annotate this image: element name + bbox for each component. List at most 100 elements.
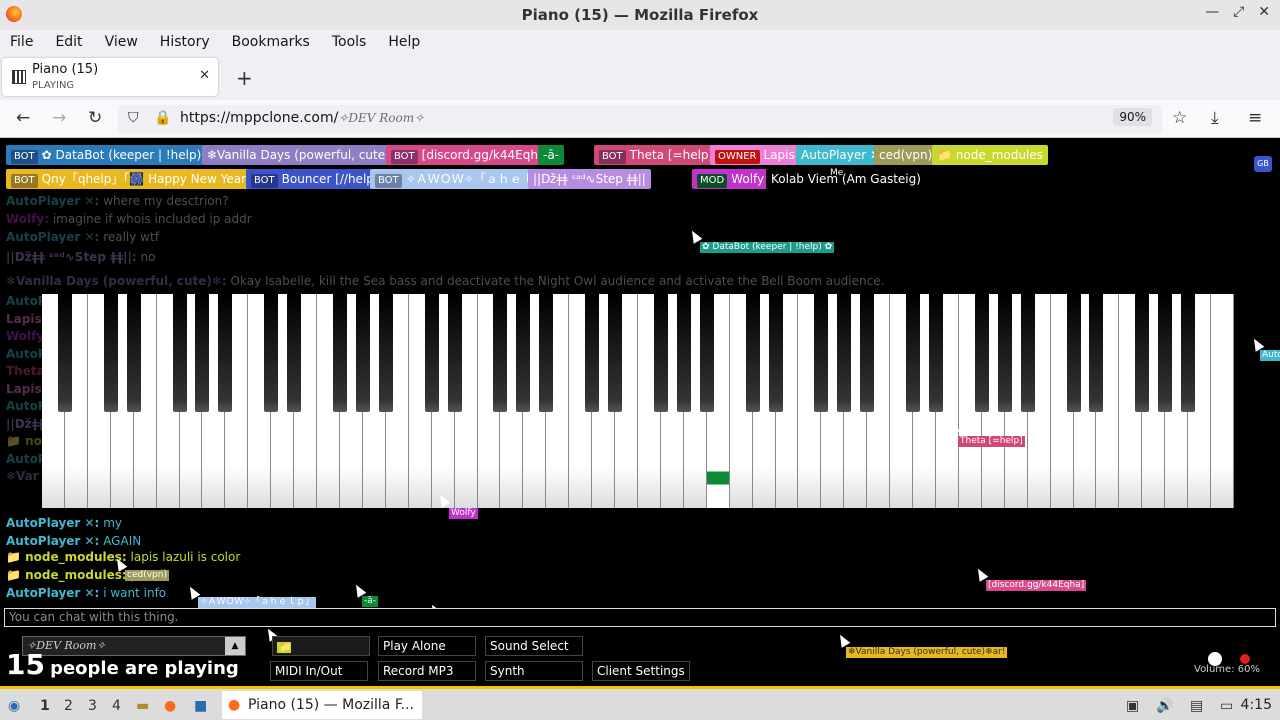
user-badge[interactable]: BOT Theta [=help]: [594, 145, 719, 165]
lock-icon[interactable]: 🔒: [154, 110, 171, 126]
close-icon[interactable]: ✕: [1258, 4, 1270, 20]
piano-black-key[interactable]: [585, 294, 600, 412]
menu-tools[interactable]: Tools: [332, 34, 367, 50]
user-badge[interactable]: MOD Wolfy: [692, 169, 770, 189]
bookmark-star-icon[interactable]: ☆: [1172, 108, 1187, 128]
piano-black-key[interactable]: [516, 294, 531, 412]
piano-black-key[interactable]: [103, 294, 118, 412]
menu-view[interactable]: View: [105, 34, 138, 50]
menu-edit[interactable]: Edit: [55, 34, 82, 50]
user-badge[interactable]: BOT [discord.gg/k44Eqha]: [386, 145, 555, 165]
piano-black-key[interactable]: [768, 294, 783, 412]
reload-icon[interactable]: ↻: [88, 108, 102, 128]
piano-black-key[interactable]: [860, 294, 875, 412]
user-badge[interactable]: BOT Qny「qhelp」「🎆 Happy New Year!」: [6, 169, 268, 189]
workspace-3[interactable]: 3: [88, 698, 97, 714]
shield-icon[interactable]: ⛉: [128, 110, 139, 126]
piano-black-key[interactable]: [1066, 294, 1081, 412]
tray-clipboard-icon[interactable]: ▣: [1126, 698, 1139, 714]
new-tab-icon[interactable]: +: [236, 66, 253, 90]
piano-black-key[interactable]: [1089, 294, 1104, 412]
user-badge[interactable]: OWNER Lapis: [710, 145, 800, 165]
tab-close-icon[interactable]: ✕: [199, 68, 210, 83]
piano-black-key[interactable]: [699, 294, 714, 412]
file-manager-icon[interactable]: ▬: [136, 698, 149, 714]
piano-black-key[interactable]: [653, 294, 668, 412]
piano-black-key[interactable]: [539, 294, 554, 412]
menu-help[interactable]: Help: [388, 34, 420, 50]
user-badge[interactable]: ced(vpn): [874, 145, 938, 165]
client-settings-button[interactable]: Client Settings: [592, 661, 690, 681]
sound-select-button[interactable]: Sound Select: [485, 636, 583, 656]
piano-black-key[interactable]: [1020, 294, 1035, 412]
piano-black-key[interactable]: [264, 294, 279, 412]
piano-black-key[interactable]: [333, 294, 347, 412]
piano-black-key[interactable]: [974, 294, 989, 412]
taskbar: ◉ 1 2 3 4 ▬ ● ■ ● Piano (15) — Mozilla F…: [0, 686, 1280, 720]
download-icon[interactable]: ⤓: [1211, 108, 1219, 128]
piano-black-key[interactable]: [1181, 294, 1196, 412]
menu-history[interactable]: History: [160, 34, 210, 50]
piano-black-key[interactable]: [218, 294, 233, 412]
maximize-icon[interactable]: ⤢: [1233, 4, 1244, 20]
piano-black-key[interactable]: [906, 294, 921, 412]
menu-bookmarks[interactable]: Bookmarks: [232, 34, 310, 50]
terminal-icon[interactable]: ■: [194, 698, 207, 714]
piano-black-key[interactable]: [287, 294, 302, 412]
hamburger-menu-icon[interactable]: ≡: [1248, 108, 1262, 128]
back-icon[interactable]: ←: [16, 108, 30, 128]
zoom-level[interactable]: 90%: [1113, 108, 1152, 126]
url-bar[interactable]: ⛉ 🔒 https://mppclone.com/✧DEV Room✧ 90%: [118, 105, 1162, 133]
piano-black-key[interactable]: [814, 294, 829, 412]
piano-black-key[interactable]: [378, 294, 393, 412]
piano-black-key[interactable]: [57, 294, 72, 412]
user-badge[interactable]: 📁 node_modules: [932, 145, 1048, 165]
workspace-2[interactable]: 2: [64, 698, 73, 714]
record-mp3-button[interactable]: Record MP3: [378, 661, 476, 681]
piano-black-key[interactable]: [997, 294, 1012, 412]
user-badge[interactable]: BOT Bouncer [//help]: [246, 169, 384, 189]
piano-black-key[interactable]: [745, 294, 760, 412]
tray-display-icon[interactable]: ▭: [1220, 698, 1233, 714]
piano-black-key[interactable]: [837, 294, 852, 412]
user-badge[interactable]: BOT ✿ DataBot (keeper | !help) ✿: [6, 145, 221, 165]
user-badge[interactable]: ||ǅǂǂ ˢᵃᵈ∿Step ǂǂ||: [528, 169, 651, 189]
piano-black-key[interactable]: [676, 294, 691, 412]
user-badge[interactable]: AutoPlayer ✕: [796, 145, 886, 165]
firefox-launcher-icon[interactable]: ●: [164, 698, 176, 714]
menu-file[interactable]: File: [10, 34, 33, 50]
piano-black-key[interactable]: [447, 294, 462, 412]
user-badge[interactable]: Kolab Viem (Am Gasteig): [766, 169, 926, 189]
user-badge[interactable]: ❄Vanilla Days (powerful, cute)❄: [202, 145, 405, 165]
taskbar-firefox-window[interactable]: ● Piano (15) — Mozilla F...: [222, 691, 422, 719]
url-text[interactable]: https://mppclone.com/✧DEV Room✧: [180, 110, 424, 126]
piano-black-key[interactable]: [1158, 294, 1173, 412]
tray-files-icon[interactable]: ▤: [1190, 698, 1203, 714]
minimize-icon[interactable]: —: [1205, 4, 1219, 20]
midi-button[interactable]: MIDI In/Out: [270, 661, 368, 681]
chat-input[interactable]: You can chat with this thing.: [4, 608, 1276, 627]
play-alone-button[interactable]: Play Alone: [378, 636, 476, 656]
chat-message: AutoPlayer ✕: my: [6, 516, 122, 530]
piano-keyboard[interactable]: [42, 294, 1234, 508]
tray-volume-icon[interactable]: 🔊: [1156, 698, 1173, 714]
piano-black-key[interactable]: [195, 294, 210, 412]
piano-black-key[interactable]: [493, 294, 508, 412]
piano-black-key[interactable]: [172, 294, 187, 412]
tab-piano[interactable]: Piano (15) PLAYING ✕: [2, 58, 218, 96]
start-menu-icon[interactable]: ◉: [8, 698, 20, 714]
workspace-1[interactable]: 1: [40, 698, 50, 714]
user-badge[interactable]: -ā-: [538, 145, 565, 165]
workspace-4[interactable]: 4: [112, 698, 121, 714]
synth-button[interactable]: Synth: [485, 661, 583, 681]
piano-white-key[interactable]: [1211, 294, 1234, 508]
piano-black-key[interactable]: [424, 294, 439, 412]
piano-black-key[interactable]: [929, 294, 943, 412]
piano-black-key[interactable]: [608, 294, 623, 412]
piano-black-key[interactable]: [355, 294, 370, 412]
piano-black-key[interactable]: [1135, 294, 1150, 412]
record-indicator-icon: [1240, 654, 1250, 664]
piano-black-key[interactable]: [126, 294, 141, 412]
language-icon[interactable]: GB: [1254, 156, 1272, 172]
forward-icon[interactable]: →: [52, 108, 66, 128]
